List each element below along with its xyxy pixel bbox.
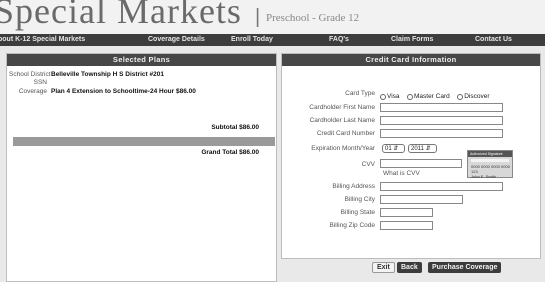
purchase-coverage-button[interactable]: Purchase Coverage bbox=[428, 262, 502, 273]
school-district-value: Belleville Township H S District #201 bbox=[51, 71, 164, 78]
cvv-input[interactable] bbox=[380, 159, 462, 168]
title-divider: | bbox=[255, 6, 261, 28]
exp-year-select[interactable]: 2011 ⇵ bbox=[408, 144, 437, 153]
coverage-label: Coverage bbox=[18, 88, 47, 95]
school-district-label: School District bbox=[9, 71, 51, 78]
mastercard-radio[interactable] bbox=[406, 93, 413, 100]
billing-address-label: Billing Address bbox=[332, 183, 375, 190]
selected-plans-panel: Selected Plans School District SSN Belle… bbox=[6, 53, 277, 282]
selected-plans-title: Selected Plans bbox=[7, 54, 276, 66]
exp-month-select[interactable]: 01 ⇵ bbox=[382, 144, 405, 153]
visa-option-label: Visa bbox=[387, 93, 400, 101]
billing-state-input[interactable] bbox=[380, 208, 433, 217]
billing-city-input[interactable] bbox=[380, 195, 463, 204]
main-nav: bout K-12 Special Markets Coverage Detai… bbox=[0, 34, 545, 46]
credit-card-title: Credit Card Information bbox=[282, 54, 540, 66]
back-button[interactable]: Back bbox=[397, 262, 422, 273]
expiration-label: Expiration Month/Year bbox=[311, 145, 375, 152]
chevron-down-icon: ⇵ bbox=[393, 146, 399, 152]
billing-zip-label: Billing Zip Code bbox=[329, 222, 375, 229]
credit-card-illustration: Authorized Signature 0000 0000 0000 0000… bbox=[467, 150, 513, 179]
card-number-input[interactable] bbox=[380, 129, 503, 138]
billing-state-label: Billing State bbox=[340, 209, 375, 216]
discover-option-label: Discover bbox=[464, 93, 490, 101]
billing-city-label: Billing City bbox=[344, 196, 375, 203]
card-number-sample: 0000 0000 0000 0000 123 bbox=[471, 164, 510, 174]
nav-faqs[interactable]: FAQ's bbox=[329, 34, 349, 46]
subtotal: Subtotal $86.00 bbox=[211, 124, 259, 131]
nav-about[interactable]: bout K-12 Special Markets bbox=[0, 34, 85, 46]
first-name-input[interactable] bbox=[380, 103, 503, 112]
exit-button[interactable]: Exit bbox=[372, 262, 395, 273]
card-name-sample: John E. Smith bbox=[471, 174, 496, 179]
nav-enroll-today[interactable]: Enroll Today bbox=[231, 34, 273, 46]
site-header: Special Markets | Preschool - Grade 12 bbox=[0, 0, 545, 34]
last-name-label: Cardholder Last Name bbox=[309, 117, 375, 124]
cvv-label: CVV bbox=[361, 161, 375, 168]
exp-month-value: 01 bbox=[385, 146, 392, 152]
nav-coverage-details[interactable]: Coverage Details bbox=[148, 34, 205, 46]
brand-title: Special Markets bbox=[0, 0, 242, 31]
first-name-label: Cardholder First Name bbox=[309, 104, 375, 111]
card-number-label: Credit Card Number bbox=[316, 130, 375, 137]
visa-radio[interactable] bbox=[380, 93, 386, 100]
nav-claim-forms[interactable]: Claim Forms bbox=[391, 34, 433, 46]
last-name-input[interactable] bbox=[380, 116, 503, 125]
what-is-cvv-link[interactable]: What is CVV bbox=[383, 170, 420, 177]
grade-subtitle: Preschool - Grade 12 bbox=[266, 12, 360, 24]
nav-contact-us[interactable]: Contact Us bbox=[475, 34, 512, 46]
coverage-value: Plan 4 Extension to Schooltime-24 Hour $… bbox=[51, 88, 196, 95]
billing-address-input[interactable] bbox=[380, 182, 503, 191]
total-divider-bar bbox=[13, 137, 275, 146]
chevron-down-icon: ⇵ bbox=[425, 146, 431, 152]
exp-year-value: 2011 bbox=[411, 146, 424, 152]
discover-radio[interactable] bbox=[457, 93, 464, 100]
card-type-label: Card Type bbox=[345, 90, 375, 97]
ssn-label: SSN bbox=[33, 79, 47, 86]
billing-zip-input[interactable] bbox=[380, 221, 433, 230]
grand-total: Grand Total $86.00 bbox=[201, 149, 259, 156]
mastercard-option-label: Master Card bbox=[413, 93, 450, 101]
card-signature-label: Authorized Signature bbox=[468, 151, 512, 157]
